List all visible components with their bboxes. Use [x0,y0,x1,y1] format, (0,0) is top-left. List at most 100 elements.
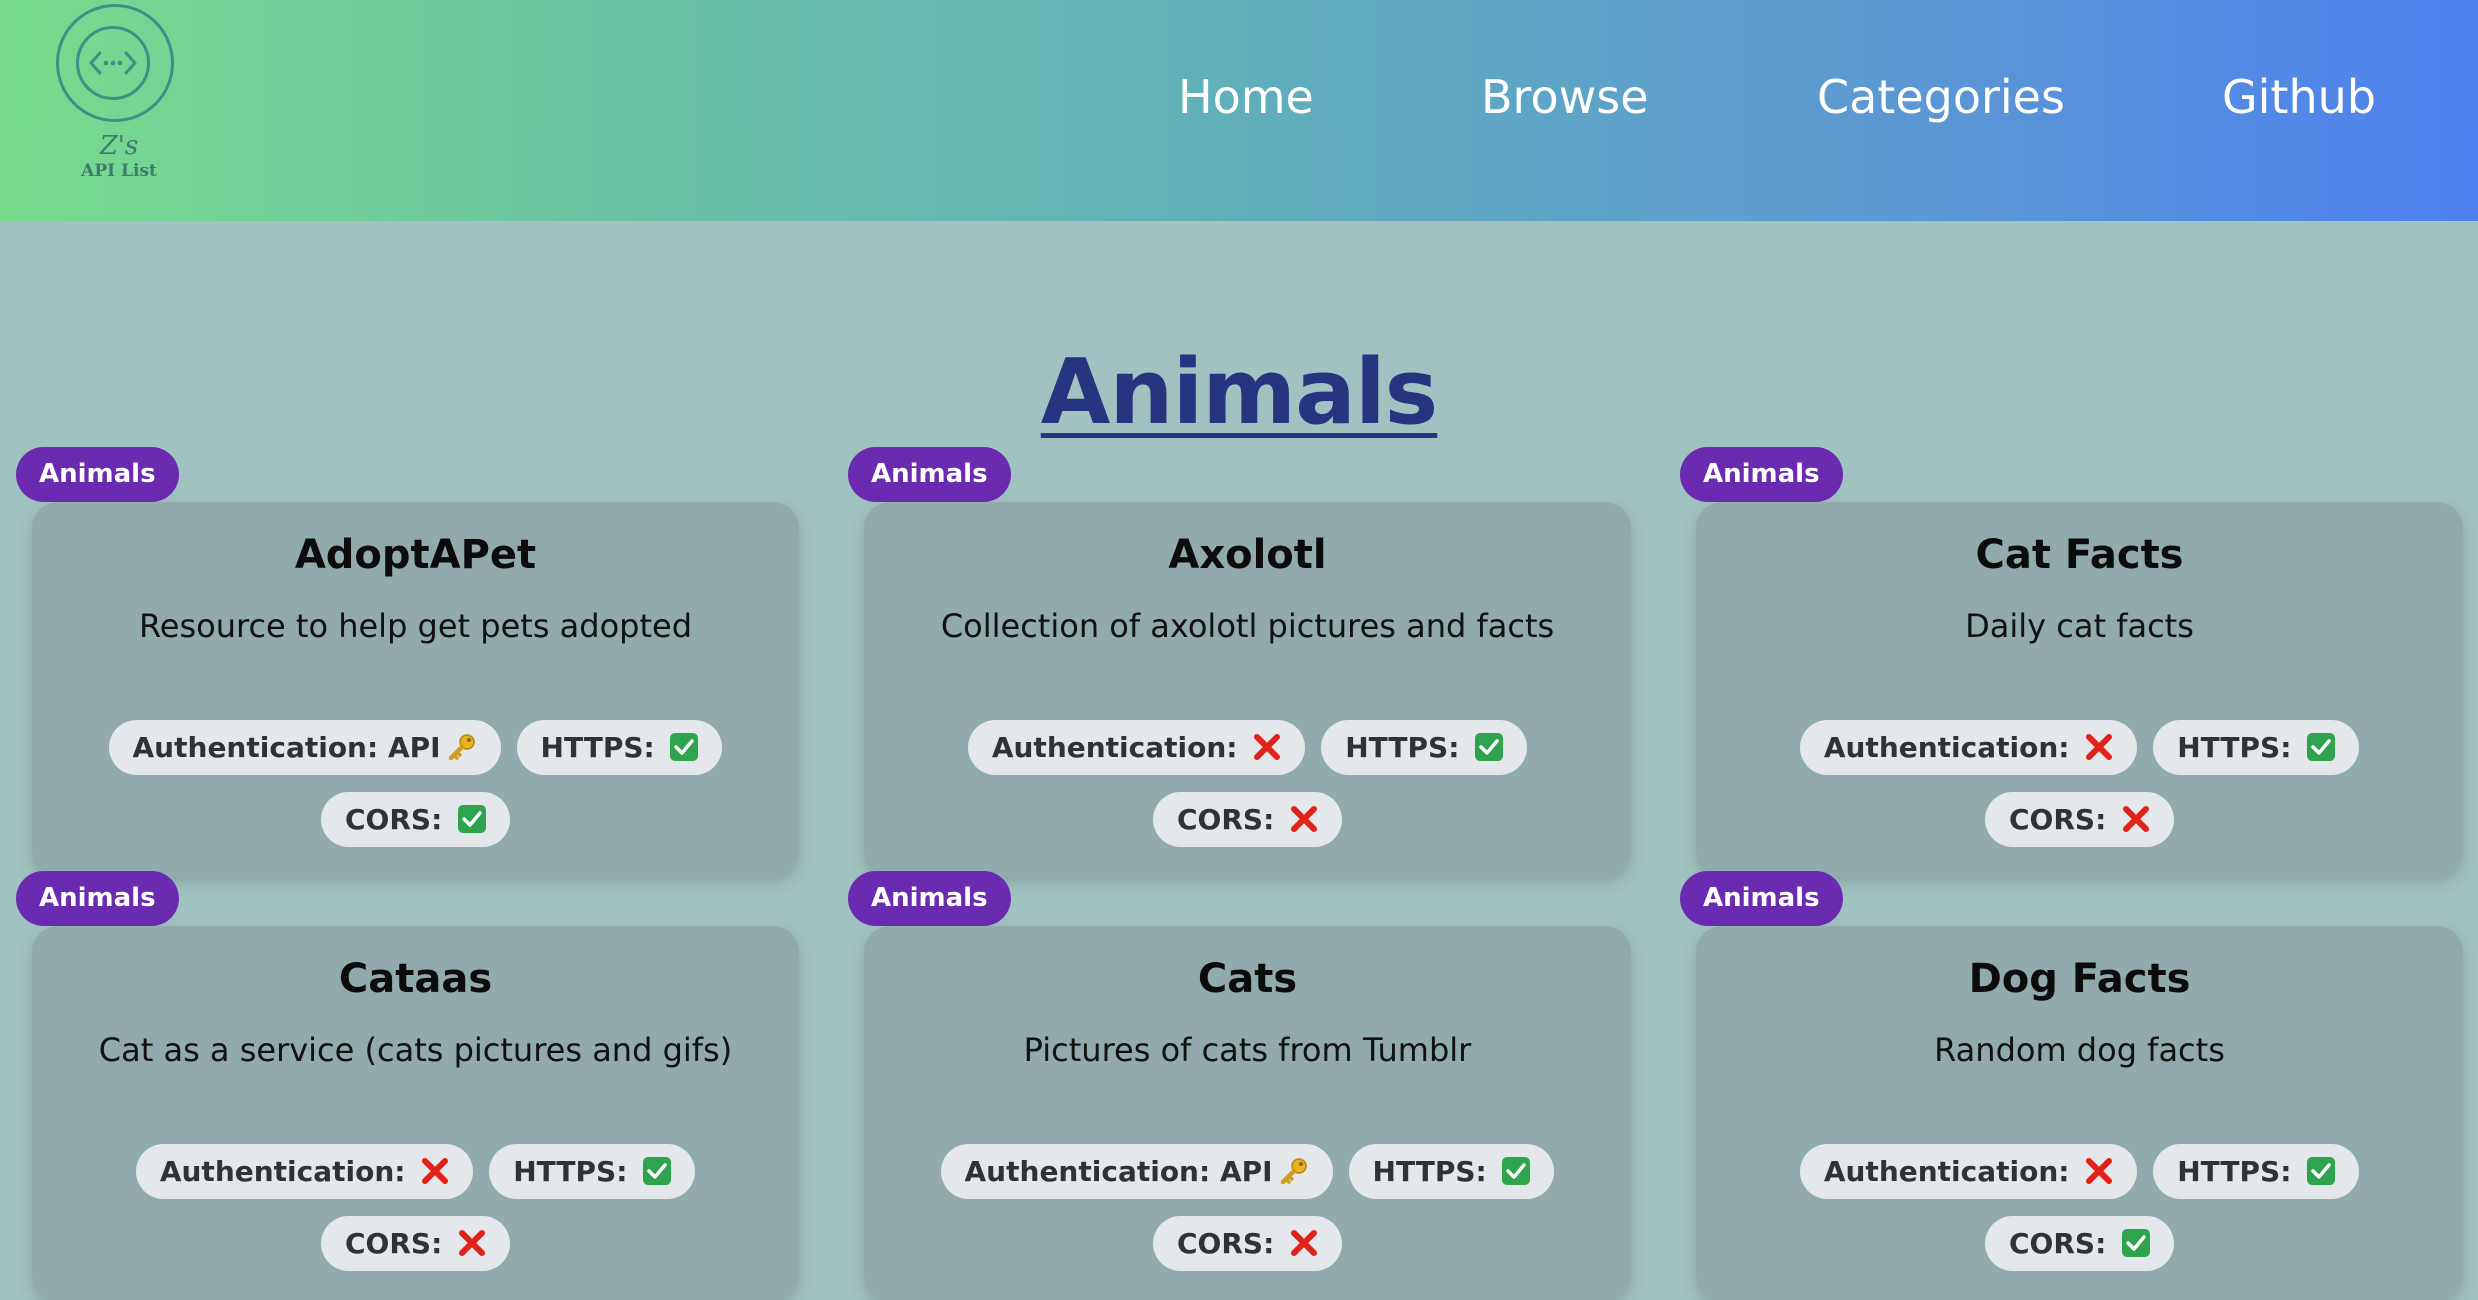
api-card[interactable]: Cat Facts Daily cat facts Authentication… [1696,502,2463,876]
api-card-tags: Authentication: API HTTPS: CORS: [904,1144,1591,1271]
nav-browse-link[interactable]: Browse [1481,62,1649,132]
auth-tag: Authentication: API [940,1144,1333,1199]
https-tag-label: HTTPS: [513,1155,638,1188]
category-badge[interactable]: Animals [848,871,1011,926]
auth-tag: Authentication: [1799,720,2138,775]
https-tag-label: HTTPS: [540,731,665,764]
cors-tag: CORS: [1152,1216,1343,1271]
main-nav: Home Browse Categories Github [0,62,2478,132]
https-tag: HTTPS: [2153,720,2360,775]
https-tag-label: HTTPS: [1345,731,1470,764]
cors-tag: CORS: [320,792,511,847]
category-badge[interactable]: Animals [16,871,179,926]
auth-tag: Authentication: [967,720,1306,775]
cors-tag-label: CORS: [344,803,453,836]
https-tag: HTTPS: [516,720,723,775]
api-card-slot: Animals Cats Pictures of cats from Tumbl… [848,871,1648,1300]
https-tag: HTTPS: [1348,1144,1555,1199]
check-icon [2122,1229,2151,1257]
api-card-title: Cat Facts [1975,532,2184,578]
category-badge[interactable]: Animals [16,447,179,502]
auth-tag-label: Authentication: [132,731,388,764]
api-card-tags: Authentication: HTTPS: CORS: [1736,720,2423,847]
api-card-title: Dog Facts [1968,956,2191,1002]
api-card-slot: Animals Dog Facts Random dog facts Authe… [1680,871,2478,1300]
https-tag-label: HTTPS: [2177,731,2302,764]
cross-icon [458,1220,486,1256]
api-card-slot: Animals Cat Facts Daily cat facts Authen… [1680,447,2478,876]
auth-tag: Authentication: [1799,1144,2138,1199]
auth-tag-value: API [387,731,441,764]
api-card-description: Pictures of cats from Tumblr [1023,1031,1472,1069]
check-icon [670,733,699,761]
api-card-tags: Authentication: HTTPS: CORS: [1736,1144,2423,1271]
https-tag-label: HTTPS: [1372,1155,1497,1188]
api-card-tags: Authentication: HTTPS: CORS: [72,1144,759,1271]
auth-tag-label: Authentication: [964,1155,1220,1188]
nav-github-link[interactable]: Github [2222,62,2376,132]
cors-tag-label: CORS: [2008,803,2117,836]
key-icon [1279,1149,1309,1185]
cors-tag: CORS: [1984,792,2175,847]
cross-icon [2122,796,2150,832]
api-card-tags: Authentication: API HTTPS: CORS: [72,720,759,847]
cors-tag-label: CORS: [2008,1227,2117,1260]
check-icon [1502,1157,1531,1185]
https-tag-label: HTTPS: [2177,1155,2302,1188]
api-card-title: AdoptAPet [294,532,537,578]
auth-tag-label: Authentication: [991,731,1248,764]
cors-tag-label: CORS: [1176,1227,1285,1260]
auth-tag: Authentication: [135,1144,474,1199]
cross-icon [1290,796,1318,832]
cross-icon [2085,1148,2113,1184]
category-badge[interactable]: Animals [848,447,1011,502]
api-card[interactable]: Cats Pictures of cats from Tumblr Authen… [864,926,1631,1300]
api-card[interactable]: Cataas Cat as a service (cats pictures a… [32,926,799,1300]
api-card-slot: Animals Axolotl Collection of axolotl pi… [848,447,1648,876]
auth-tag: Authentication: API [108,720,501,775]
logo-text: Z's API List [54,131,184,181]
nav-home-link[interactable]: Home [1178,62,1314,132]
https-tag: HTTPS: [489,1144,696,1199]
page-title: Animals [0,340,2478,445]
check-icon [2307,733,2336,761]
cors-tag: CORS: [1984,1216,2175,1271]
https-tag: HTTPS: [1321,720,1528,775]
api-card-tags: Authentication: HTTPS: CORS: [904,720,1591,847]
https-tag: HTTPS: [2153,1144,2360,1199]
key-icon [447,725,477,761]
check-icon [1475,733,1504,761]
cross-icon [1290,1220,1318,1256]
api-card-description: Daily cat facts [1965,607,2194,645]
api-card[interactable]: Dog Facts Random dog facts Authenticatio… [1696,926,2463,1300]
cross-icon [421,1148,449,1184]
site-header: Z's API List Home Browse Categories Gith… [0,0,2478,221]
cors-tag-label: CORS: [344,1227,453,1260]
auth-tag-label: Authentication: [1823,731,2080,764]
nav-categories-link[interactable]: Categories [1817,62,2065,132]
cors-tag: CORS: [1152,792,1343,847]
api-card-description: Resource to help get pets adopted [138,607,693,645]
category-badge[interactable]: Animals [1680,447,1843,502]
auth-tag-label: Authentication: [1823,1155,2080,1188]
auth-tag-value: API [1219,1155,1273,1188]
api-card[interactable]: Axolotl Collection of axolotl pictures a… [864,502,1631,876]
logo-line-2: API List [81,160,157,181]
api-card-description: Cat as a service (cats pictures and gifs… [98,1031,733,1069]
logo-line-1: Z's [99,131,139,161]
api-card-title: Axolotl [1168,532,1327,578]
api-card-title: Cataas [338,956,493,1002]
cross-icon [2085,724,2113,760]
api-card-description: Random dog facts [1934,1031,2225,1069]
check-icon [2307,1157,2336,1185]
api-card-title: Cats [1197,956,1298,1002]
cross-icon [1253,724,1281,760]
category-badge[interactable]: Animals [1680,871,1843,926]
api-card-slot: Animals Cataas Cat as a service (cats pi… [16,871,816,1300]
cors-tag-label: CORS: [1176,803,1285,836]
check-icon [643,1157,672,1185]
api-card[interactable]: AdoptAPet Resource to help get pets adop… [32,502,799,876]
check-icon [458,805,487,833]
api-card-slot: Animals AdoptAPet Resource to help get p… [16,447,816,876]
auth-tag-label: Authentication: [159,1155,416,1188]
